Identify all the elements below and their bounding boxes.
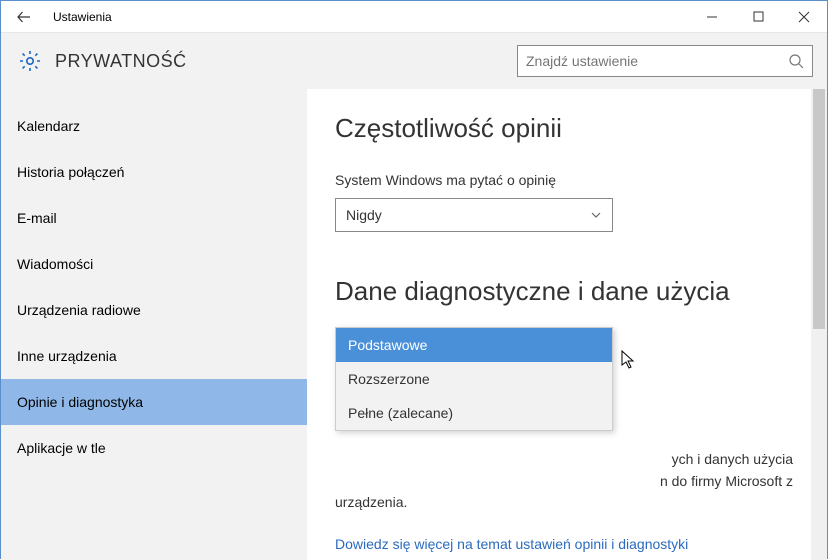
back-arrow-icon: [16, 9, 32, 25]
dropdown-option-full[interactable]: Pełne (zalecane): [336, 396, 612, 430]
sidebar-item-messaging[interactable]: Wiadomości: [1, 241, 307, 287]
section-heading-feedback-frequency: Częstotliwość opinii: [335, 113, 799, 144]
option-label: Podstawowe: [348, 337, 427, 353]
section-heading-diagnostic-data: Dane diagnostyczne i dane użycia: [335, 276, 799, 307]
sidebar-item-calendar[interactable]: Kalendarz: [1, 103, 307, 149]
sidebar-item-label: Kalendarz: [17, 118, 80, 134]
content: Częstotliwość opinii System Windows ma p…: [307, 89, 827, 560]
learn-more-link[interactable]: Dowiedz się więcej na temat ustawień opi…: [335, 536, 799, 552]
feedback-frequency-label: System Windows ma pytać o opinię: [335, 172, 799, 188]
minimize-icon: [706, 11, 718, 23]
dropdown-option-enhanced[interactable]: Rozszerzone: [336, 362, 612, 396]
sidebar-item-label: Urządzenia radiowe: [17, 302, 141, 318]
sidebar-item-call-history[interactable]: Historia połączeń: [1, 149, 307, 195]
sidebar-item-email[interactable]: E-mail: [1, 195, 307, 241]
sidebar-item-label: E-mail: [17, 210, 57, 226]
minimize-button[interactable]: [689, 1, 735, 33]
sidebar-item-label: Aplikacje w tle: [17, 440, 106, 456]
window-title: Ustawienia: [53, 10, 112, 24]
sidebar-item-label: Wiadomości: [17, 256, 93, 272]
close-icon: [798, 11, 810, 23]
feedback-frequency-select[interactable]: Nigdy: [335, 198, 613, 232]
sidebar-item-label: Opinie i diagnostyka: [17, 394, 143, 410]
search-box[interactable]: [517, 45, 813, 77]
sidebar-item-label: Inne urządzenia: [17, 348, 117, 364]
settings-gear-icon: [15, 46, 45, 76]
sidebar-item-feedback-diagnostics[interactable]: Opinie i diagnostyka: [1, 379, 307, 425]
sidebar-item-label: Historia połączeń: [17, 164, 124, 180]
header: PRYWATNOŚĆ: [1, 33, 827, 89]
sidebar-item-background-apps[interactable]: Aplikacje w tle: [1, 425, 307, 471]
dropdown-option-basic[interactable]: Podstawowe: [336, 328, 612, 362]
option-label: Rozszerzone: [348, 371, 430, 387]
diagnostic-data-dropdown[interactable]: Podstawowe Rozszerzone Pełne (zalecane): [335, 327, 613, 431]
maximize-icon: [753, 11, 764, 22]
chevron-down-icon: [590, 209, 602, 221]
search-input[interactable]: [526, 53, 788, 69]
diagnostic-description-partial: ych i danych użycia n do firmy Microsoft…: [335, 449, 799, 514]
page-title: PRYWATNOŚĆ: [55, 51, 517, 72]
select-value: Nigdy: [346, 207, 382, 223]
body: Kalendarz Historia połączeń E-mail Wiado…: [1, 89, 827, 560]
sidebar-item-radios[interactable]: Urządzenia radiowe: [1, 287, 307, 333]
sidebar-item-other-devices[interactable]: Inne urządzenia: [1, 333, 307, 379]
close-button[interactable]: [781, 1, 827, 33]
back-button[interactable]: [1, 1, 47, 33]
titlebar: Ustawienia: [1, 1, 827, 33]
content-scrollbar[interactable]: [811, 89, 827, 560]
sidebar: Kalendarz Historia połączeń E-mail Wiado…: [1, 89, 307, 560]
search-icon: [788, 53, 804, 69]
option-label: Pełne (zalecane): [348, 405, 453, 421]
scrollbar-thumb[interactable]: [813, 89, 825, 329]
maximize-button[interactable]: [735, 1, 781, 33]
